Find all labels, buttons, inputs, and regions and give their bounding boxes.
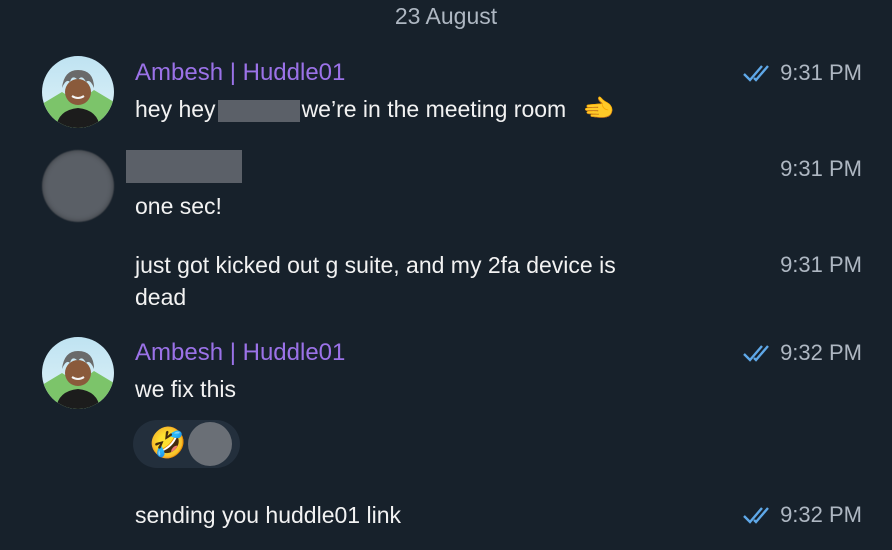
- sender-avatar[interactable]: [42, 56, 114, 128]
- date-separator: 23 August: [394, 3, 498, 29]
- message-text-line-1[interactable]: just got kicked out g suite, and my 2fa …: [135, 250, 616, 281]
- avatar-icon: [42, 337, 114, 409]
- message-time: 9:32 PM: [742, 500, 862, 530]
- redacted-name: [217, 99, 300, 122]
- message-text[interactable]: hey hey we’re in the meeting room 🫲: [135, 94, 615, 125]
- double-check-icon: [743, 65, 769, 82]
- sender-name[interactable]: Ambesh | Huddle01: [135, 338, 345, 368]
- message-time: 9:31 PM: [780, 250, 862, 280]
- time-text: 9:31 PM: [780, 60, 862, 85]
- reactor-avatar: [188, 422, 233, 466]
- message-text-start: hey hey: [135, 96, 216, 122]
- rofl-emoji: 🤣: [149, 426, 187, 461]
- message-time: 9:32 PM: [742, 338, 862, 368]
- double-check-icon: [743, 345, 769, 362]
- sender-name[interactable]: Ambesh | Huddle01: [135, 58, 345, 88]
- reaction-chip[interactable]: 🤣: [133, 420, 241, 468]
- sender-avatar[interactable]: [42, 150, 114, 222]
- time-text: 9:32 PM: [780, 340, 862, 365]
- message-text[interactable]: we fix this: [135, 374, 236, 405]
- redacted-sender-name: [126, 150, 242, 183]
- time-text: 9:31 PM: [780, 252, 862, 277]
- message-time: 9:31 PM: [780, 154, 862, 184]
- message-text-end: we’re in the meeting room: [301, 96, 567, 122]
- message-time: 9:31 PM: [742, 58, 862, 88]
- time-text: 9:31 PM: [780, 156, 862, 181]
- message-text[interactable]: one sec!: [135, 191, 222, 222]
- message-text-line-2[interactable]: dead: [135, 282, 186, 313]
- sender-avatar[interactable]: [42, 337, 114, 409]
- avatar-icon: [42, 56, 114, 128]
- double-check-icon: [743, 507, 769, 524]
- message-text[interactable]: sending you huddle01 link: [135, 500, 401, 531]
- pointing-hand-emoji: 🫲: [582, 94, 615, 124]
- time-text: 9:32 PM: [780, 502, 862, 527]
